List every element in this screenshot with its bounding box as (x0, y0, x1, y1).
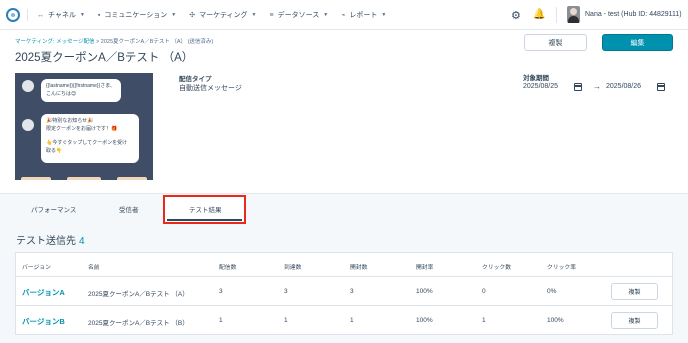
active-tab-indicator (167, 219, 242, 221)
cell-click-rate: 0% (547, 288, 557, 295)
section-title-text: テスト送信先 (16, 236, 76, 247)
cell-name: 2025夏クーポンA／Bテスト （A） (88, 291, 189, 298)
cell-delivered: 3 (284, 288, 288, 295)
nav-divider (556, 7, 557, 23)
nav-item-label: データソース (277, 12, 320, 19)
user-avatar[interactable] (567, 6, 580, 23)
nav-item-report[interactable]: ⌁ レポート ▼ (341, 10, 386, 20)
notification-bell-icon[interactable]: 🔔 (533, 9, 545, 20)
code-icon: ↔ (37, 11, 44, 19)
nav-item-marketing[interactable]: ✣ マーケティング ▼ (189, 10, 256, 20)
cell-open-rate: 100% (416, 317, 433, 324)
delivery-type-value: 自動送信メッセージ (179, 85, 242, 92)
breadcrumb-current: > 2025夏クーポンA／Bテスト （A） (送信済み) (94, 39, 214, 45)
calendar-icon[interactable] (657, 83, 665, 91)
test-results-table: バージョン 名前 配信数 到達数 開封数 開封率 クリック数 クリック率 バージ… (15, 252, 673, 335)
cell-sent: 3 (219, 288, 223, 295)
table-row: バージョンA 2025夏クーポンA／Bテスト （A） 3 3 3 100% 0 … (16, 277, 672, 306)
cell-clicks: 0 (482, 288, 486, 295)
period-label: 対象期間 (523, 75, 549, 82)
duplicate-row-button[interactable]: 複製 (611, 283, 658, 300)
chat-icon: ▪ (97, 11, 101, 19)
column-header[interactable]: クリック率 (547, 262, 576, 271)
chevron-down-icon: ▼ (251, 12, 257, 18)
tab-bar: パフォーマンス 受信者 テスト結果 (0, 196, 688, 221)
table-header: バージョン 名前 配信数 到達数 開封数 開封率 クリック数 クリック率 (16, 253, 672, 277)
column-header[interactable]: バージョン (22, 262, 51, 271)
nav-item-label: レポート (349, 12, 378, 19)
bubble-line: こんにちは😊 (46, 91, 77, 97)
cell-sent: 1 (219, 317, 223, 324)
preview-bubble-greeting: {{lastname}}{{firstname}}さま、 こんにちは😊 (41, 79, 121, 102)
period-end-date[interactable]: 2025/08/26 (606, 83, 641, 90)
top-navigation: ↔ チャネル ▼ ▪ コミュニケーション ▼ ✣ マーケティング ▼ ≡ データ… (0, 0, 688, 30)
cell-open-rate: 100% (416, 288, 433, 295)
preview-bubble-coupon: 🎉特別なお知らせ🎉 限定クーポンをお届けです！🎁 👆今すぐタップしてクーポンを受… (41, 114, 139, 163)
tab-recipients[interactable]: 受信者 (119, 204, 139, 214)
breadcrumb-link[interactable]: マーケティング: メッセージ配信 (15, 39, 95, 45)
chevron-down-icon: ▼ (381, 12, 387, 18)
duplicate-button[interactable]: 複製 (524, 34, 587, 51)
cell-delivered: 1 (284, 317, 288, 324)
tab-test-results[interactable]: テスト結果 (189, 204, 222, 214)
delivery-type-label: 配信タイプ (179, 76, 212, 83)
preview-card-strip (117, 177, 147, 180)
tab-performance[interactable]: パフォーマンス (31, 204, 76, 214)
section-title: テスト送信先 4 (16, 232, 85, 247)
column-header[interactable]: 開封数 (350, 262, 367, 271)
section-count: 4 (79, 236, 85, 247)
sender-avatar (22, 119, 34, 131)
breadcrumb: マーケティング: メッセージ配信 > 2025夏クーポンA／Bテスト （A） (… (15, 37, 213, 45)
column-header[interactable]: 開封率 (416, 262, 433, 271)
user-account-label[interactable]: Nana - test (Hub ID: 44829111) (585, 11, 682, 18)
edit-button[interactable]: 編集 (602, 34, 673, 51)
nav-item-data-source[interactable]: ≡ データソース ▼ (269, 10, 328, 20)
table-row: バージョンB 2025夏クーポンA／Bテスト （B） 1 1 1 100% 1 … (16, 306, 672, 335)
calendar-icon[interactable] (574, 83, 582, 91)
bubble-line: 👆今すぐタップしてクーポンを受け (46, 140, 128, 146)
cell-click-rate: 100% (547, 317, 564, 324)
preview-card-strip (67, 177, 101, 180)
nav-item-channel[interactable]: ↔ チャネル ▼ (37, 10, 85, 20)
bubble-line: {{lastname}}{{firstname}}さま、 (46, 83, 116, 89)
bubble-line: 🎉特別なお知らせ🎉 (46, 118, 94, 124)
app-logo-icon[interactable] (6, 8, 20, 22)
chevron-down-icon: ▼ (171, 12, 177, 18)
chevron-down-icon: ▼ (79, 12, 85, 18)
nav-menu: ↔ チャネル ▼ ▪ コミュニケーション ▼ ✣ マーケティング ▼ ≡ データ… (37, 0, 399, 30)
nav-item-label: コミュニケーション (104, 12, 168, 19)
cell-opened: 1 (350, 317, 354, 324)
settings-gear-icon[interactable]: ⚙ (511, 9, 521, 22)
period-start-date[interactable]: 2025/08/25 (523, 83, 558, 90)
chevron-down-icon: ▼ (323, 12, 329, 18)
page-title: 2025夏クーポンA／Bテスト （A） (15, 52, 194, 64)
nav-divider (27, 9, 28, 21)
nav-item-label: チャネル (48, 12, 76, 19)
duplicate-row-button[interactable]: 複製 (611, 312, 658, 329)
database-icon: ≡ (269, 11, 274, 19)
sender-avatar (22, 80, 34, 92)
nav-item-label: マーケティング (199, 12, 248, 19)
column-header[interactable]: 名前 (88, 262, 100, 271)
nav-item-communication[interactable]: ▪ コミュニケーション ▼ (98, 10, 176, 20)
report-icon: ⌁ (341, 12, 346, 19)
column-header[interactable]: クリック数 (482, 262, 511, 271)
message-preview: {{lastname}}{{firstname}}さま、 こんにちは😊 🎉特別な… (15, 73, 153, 180)
marketing-icon: ✣ (189, 12, 196, 19)
column-header[interactable]: 到達数 (284, 262, 301, 271)
version-link[interactable]: バージョンB (22, 316, 65, 327)
preview-card-strip (21, 177, 51, 180)
bubble-line: 限定クーポンをお届けです！🎁 (46, 126, 118, 132)
cell-opened: 3 (350, 288, 354, 295)
cell-clicks: 1 (482, 317, 486, 324)
cell-name: 2025夏クーポンA／Bテスト （B） (88, 320, 189, 327)
arrow-right-icon: → (593, 82, 601, 91)
version-link[interactable]: バージョンA (22, 287, 65, 298)
column-header[interactable]: 配信数 (219, 262, 236, 271)
bubble-line: 取る👇 (46, 148, 63, 154)
